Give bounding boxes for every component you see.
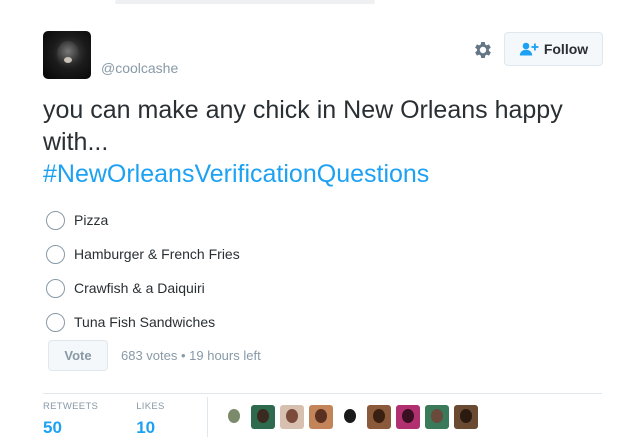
- add-user-icon: [519, 42, 539, 56]
- retweets-stat[interactable]: RETWEETS 50: [43, 401, 98, 438]
- liker-avatar-7[interactable]: [396, 405, 420, 429]
- gear-icon[interactable]: [472, 39, 494, 61]
- liker-avatar-3[interactable]: [280, 405, 304, 429]
- previous-tweet-edge: [0, 0, 642, 8]
- poll: Pizza Hamburger & French Fries Crawfish …: [46, 203, 240, 339]
- liker-avatar-figure: [373, 409, 385, 423]
- poll-option-hamburger[interactable]: Hamburger & French Fries: [46, 237, 240, 271]
- liker-avatar-2[interactable]: [251, 405, 275, 429]
- poll-option-label: Hamburger & French Fries: [74, 246, 240, 262]
- tweet-stats: RETWEETS 50 LIKES 10: [43, 401, 203, 438]
- follow-label: Follow: [543, 41, 589, 57]
- vote-row: Vote 683 votes • 19 hours left: [48, 340, 261, 371]
- avatar-mouth: [64, 57, 72, 63]
- radio-button[interactable]: [46, 244, 65, 264]
- poll-option-label: Crawfish & a Daiquiri: [74, 280, 205, 296]
- poll-option-tuna[interactable]: Tuna Fish Sandwiches: [46, 305, 240, 339]
- poll-option-crawfish[interactable]: Crawfish & a Daiquiri: [46, 271, 240, 305]
- follow-button[interactable]: Follow: [504, 32, 603, 66]
- liker-avatar-6[interactable]: [367, 405, 391, 429]
- likers-avatars: [222, 405, 483, 429]
- user-avatar[interactable]: [43, 31, 91, 79]
- liker-avatar-figure: [402, 409, 414, 423]
- faded-content: [115, 0, 375, 4]
- poll-option-pizza[interactable]: Pizza: [46, 203, 240, 237]
- tweet-body: you can make any chick in New Orleans ha…: [43, 96, 563, 156]
- liker-avatar-figure: [460, 409, 472, 423]
- liker-avatar-9[interactable]: [454, 405, 478, 429]
- likes-stat[interactable]: LIKES 10: [136, 401, 164, 438]
- poll-meta: 683 votes • 19 hours left: [121, 348, 261, 363]
- liker-avatar-1[interactable]: [222, 405, 246, 429]
- hashtag-link[interactable]: #NewOrleansVerificationQuestions: [43, 158, 613, 190]
- liker-avatar-figure: [228, 409, 240, 423]
- retweets-count: 50: [43, 418, 62, 437]
- poll-option-label: Pizza: [74, 212, 109, 228]
- liker-avatar-figure: [431, 409, 443, 423]
- liker-avatar-figure: [315, 409, 327, 423]
- liker-avatar-4[interactable]: [309, 405, 333, 429]
- liker-avatar-figure: [344, 409, 356, 423]
- poll-option-label: Tuna Fish Sandwiches: [74, 314, 216, 330]
- likes-label: LIKES: [136, 401, 165, 412]
- stats-divider: [207, 397, 208, 437]
- radio-button[interactable]: [46, 210, 65, 230]
- divider: [43, 393, 602, 394]
- liker-avatar-figure: [286, 409, 298, 423]
- tweet-text: you can make any chick in New Orleans ha…: [43, 94, 613, 190]
- liker-avatar-8[interactable]: [425, 405, 449, 429]
- vote-button[interactable]: Vote: [48, 340, 108, 371]
- likes-count: 10: [136, 418, 156, 437]
- user-handle[interactable]: @coolcashe: [101, 60, 178, 76]
- liker-avatar-5[interactable]: [338, 405, 362, 429]
- liker-avatar-figure: [257, 409, 269, 423]
- radio-button[interactable]: [46, 278, 65, 298]
- radio-button[interactable]: [46, 312, 65, 332]
- avatar-face: [57, 41, 79, 67]
- retweets-label: RETWEETS: [43, 401, 99, 412]
